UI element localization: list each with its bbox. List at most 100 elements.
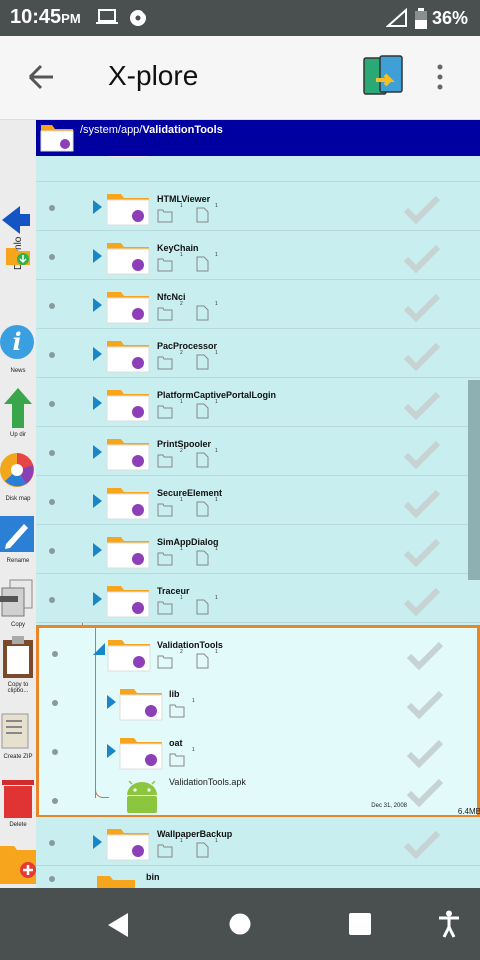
checkmark-icon[interactable] <box>402 341 442 376</box>
folder-row[interactable]: SecureElement 1 1 <box>36 476 480 525</box>
system-nav-bar <box>0 888 480 960</box>
battery-icon <box>414 8 428 35</box>
copy-to-clipboard-label: Copy to clipbo... <box>7 682 29 694</box>
folder-row[interactable]: PlatformCaptivePortalLogin 1 1 <box>36 378 480 427</box>
expand-arrow-icon[interactable] <box>93 494 102 508</box>
nav-home-icon[interactable] <box>229 913 251 940</box>
overflow-menu-icon[interactable] <box>436 64 444 95</box>
folder-name: SecureElement <box>157 488 223 498</box>
scrollbar-thumb[interactable] <box>468 380 480 580</box>
checkmark-icon[interactable] <box>402 537 442 572</box>
checkmark-icon[interactable] <box>402 390 442 425</box>
news-button[interactable]: i News <box>0 322 36 380</box>
folder-row[interactable]: KeyChain 1 1 <box>36 231 480 280</box>
expand-arrow-icon[interactable] <box>107 744 116 758</box>
disk-map-icon <box>0 448 34 494</box>
path-bar[interactable]: /system/app/ValidationTools <box>36 120 480 156</box>
checkmark-icon[interactable] <box>402 829 442 864</box>
download-folder-icon <box>5 244 31 268</box>
folder-row-lib[interactable]: lib 1 <box>39 677 480 726</box>
selected-folder-group[interactable]: ValidationTools 2 1 lib 1 oat 1 Validati… <box>36 625 480 818</box>
disc-icon <box>128 8 150 33</box>
expand-arrow-icon[interactable] <box>93 592 102 606</box>
file-count: 1 <box>215 595 218 601</box>
folder-meta <box>157 403 227 424</box>
checkmark-icon[interactable] <box>405 689 445 724</box>
expand-arrow-icon[interactable] <box>93 347 102 361</box>
downloads-button[interactable]: Downlo <box>0 200 36 272</box>
checkmark-icon[interactable] <box>402 243 442 278</box>
row-marker <box>49 840 55 846</box>
path-prefix: /system/app/ <box>80 124 143 136</box>
nav-recents-icon[interactable] <box>349 913 371 940</box>
xplore-logo-icon[interactable] <box>362 54 406 105</box>
clock-ampm: PM <box>61 11 81 26</box>
collapse-arrow-icon[interactable] <box>93 642 105 660</box>
copy-to-clipboard-button[interactable]: Copy to clipbo... <box>0 636 36 698</box>
subfolder-count: 1 <box>180 546 183 552</box>
folder-row[interactable]: HTMLViewer 1 1 <box>36 182 480 231</box>
up-dir-button[interactable]: Up dir <box>0 384 36 442</box>
checkmark-icon[interactable] <box>402 488 442 523</box>
subfolder-count: 2 <box>180 649 183 655</box>
folder-icon <box>106 288 150 329</box>
folder-row[interactable]: NfcNci 2 1 <box>36 280 480 329</box>
clock-time: 10:45 <box>10 6 62 28</box>
copy-button[interactable]: Copy <box>0 574 36 632</box>
expand-arrow-icon[interactable] <box>93 835 102 849</box>
delete-button[interactable]: Delete <box>0 776 36 834</box>
folder-meta <box>169 702 189 723</box>
folder-name: bin <box>146 872 160 882</box>
checkmark-icon[interactable] <box>405 640 445 675</box>
rename-button[interactable]: Rename <box>0 510 36 568</box>
download-arrow-icon <box>0 204 30 238</box>
expand-arrow-icon[interactable] <box>93 445 102 459</box>
disk-map-button[interactable]: Disk map <box>0 446 36 504</box>
folder-name: PacProcessor <box>157 341 218 351</box>
checkmark-icon[interactable] <box>402 439 442 474</box>
file-count: 1 <box>215 350 218 356</box>
checkmark-icon[interactable] <box>405 738 445 773</box>
folder-icon <box>106 533 150 574</box>
expand-arrow-icon[interactable] <box>93 396 102 410</box>
folder-icon <box>106 190 150 231</box>
expand-arrow-icon[interactable] <box>107 695 116 709</box>
nav-back-icon[interactable] <box>106 912 130 943</box>
accessibility-icon[interactable] <box>438 910 460 943</box>
folder-row-wallpaperbackup[interactable]: WallpaperBackup 1 1 <box>36 817 480 866</box>
row-marker <box>49 499 55 505</box>
folder-icon <box>106 484 150 525</box>
checkmark-icon[interactable] <box>402 586 442 621</box>
expand-arrow-icon[interactable] <box>93 298 102 312</box>
battery-percent: 36% <box>431 8 468 28</box>
folder-meta <box>157 501 227 522</box>
subfolder-count: 1 <box>180 838 183 844</box>
expand-arrow-icon[interactable] <box>93 200 102 214</box>
folder-row[interactable]: Traceur 1 1 <box>36 574 480 623</box>
folder-row-oat[interactable]: oat 1 <box>39 726 480 775</box>
row-marker <box>49 352 55 358</box>
checkmark-icon[interactable] <box>405 777 445 812</box>
folder-meta <box>157 305 227 326</box>
laptop-icon <box>96 8 118 31</box>
expand-arrow-icon[interactable] <box>93 543 102 557</box>
status-bar: 10:45PM 36% <box>0 0 480 36</box>
folder-row-validationtools[interactable]: ValidationTools 2 1 <box>39 628 480 677</box>
folder-row-bin[interactable]: bin <box>36 866 480 888</box>
checkmark-icon[interactable] <box>402 194 442 229</box>
file-name: ValidationTools.apk <box>169 777 246 787</box>
checkmark-icon[interactable] <box>402 292 442 327</box>
folder-row[interactable]: SimAppDialog 1 1 <box>36 525 480 574</box>
copy-icon <box>0 578 34 620</box>
folder-row[interactable]: PrintSpooler 2 1 <box>36 427 480 476</box>
signal-icon <box>385 7 408 33</box>
create-zip-button[interactable]: Create ZIP <box>0 710 36 768</box>
back-arrow-icon[interactable] <box>26 62 56 97</box>
folder-row[interactable]: PacProcessor 2 1 <box>36 329 480 378</box>
folder-icon <box>96 872 136 888</box>
new-folder-button[interactable] <box>0 840 36 888</box>
expand-arrow-icon[interactable] <box>93 249 102 263</box>
news-label: News <box>10 368 26 374</box>
app-title: X-plore <box>108 60 199 91</box>
file-row-apk[interactable]: ValidationTools.apk Dec 31, 2008 6.4MB <box>39 775 480 816</box>
